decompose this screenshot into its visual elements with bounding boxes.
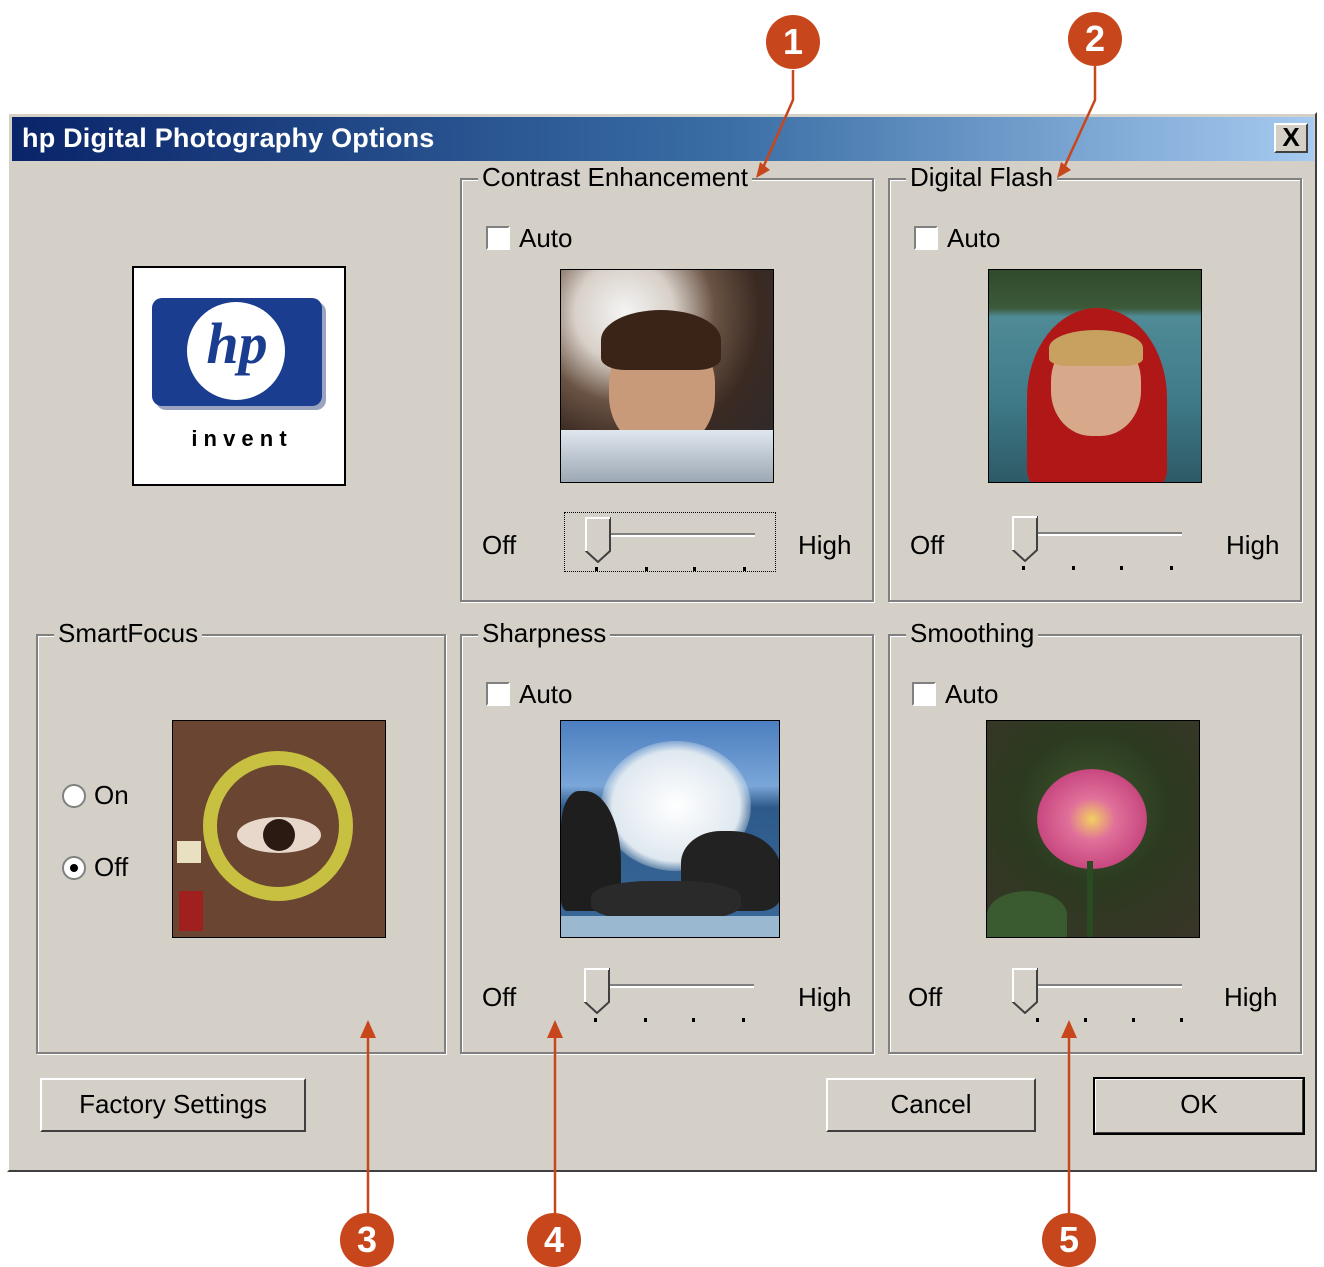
callout-2-leader [1061,66,1097,171]
callout-5-arrowhead [1061,1020,1077,1038]
callout-1-arrowhead [756,162,770,178]
callout-1-leader [760,70,795,171]
callout-4-arrowhead [547,1020,563,1038]
callout-3-arrowhead [360,1020,376,1038]
callout-2-arrowhead [1057,162,1071,178]
callout-leaders [360,66,1097,1213]
